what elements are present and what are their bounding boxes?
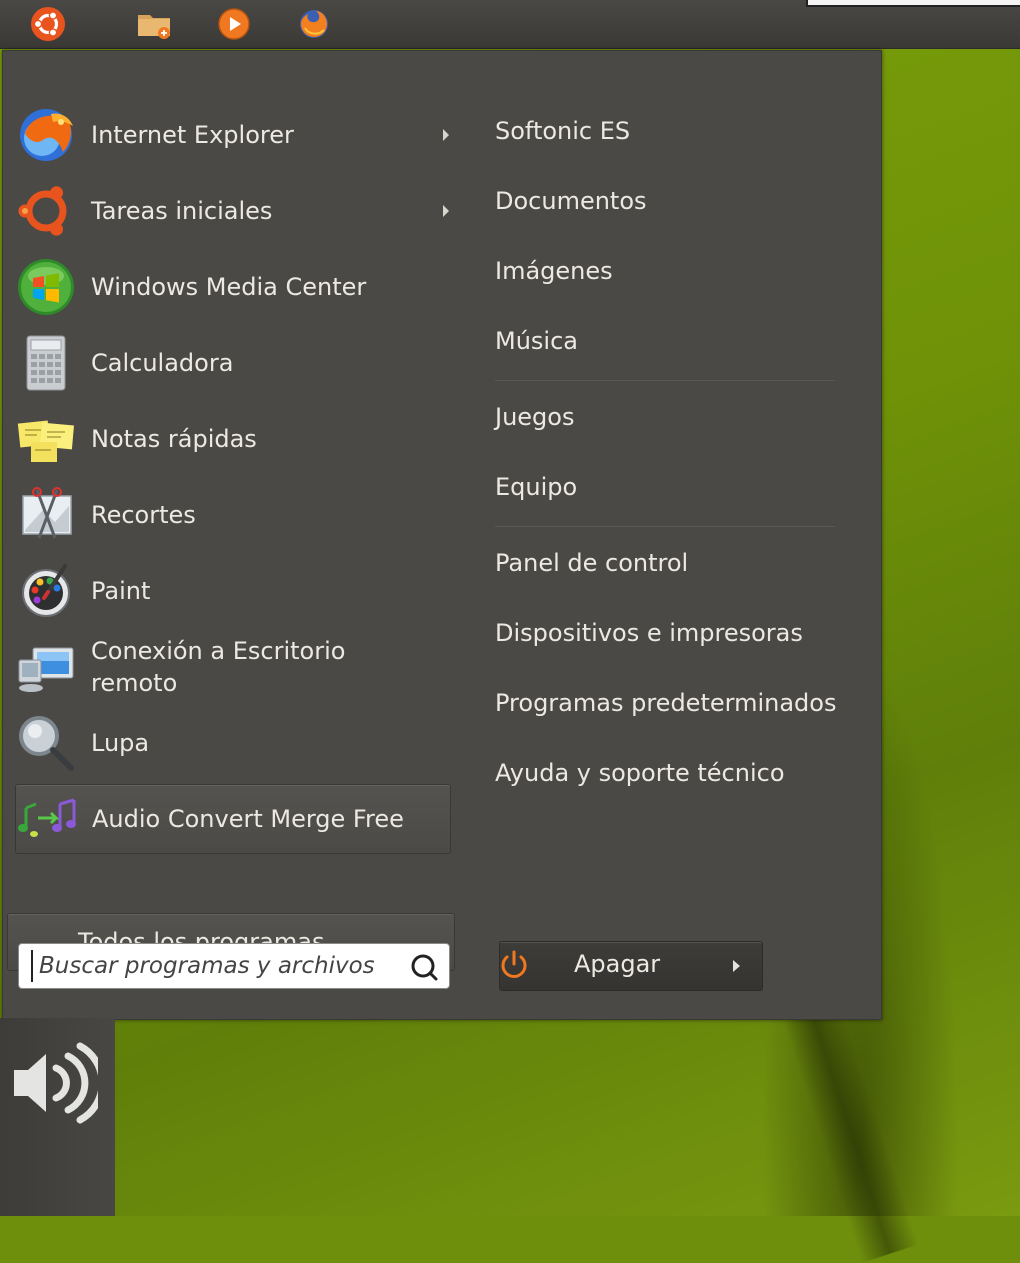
search-input[interactable] <box>31 950 409 982</box>
audio-music-notes-icon <box>16 788 78 850</box>
paint-palette-icon <box>15 560 77 622</box>
right-item-programas-predeterminados[interactable]: Programas predeterminados <box>495 687 836 719</box>
sticky-notes-icon <box>15 408 77 470</box>
ubuntu-logo-icon <box>15 180 77 242</box>
right-item-softonic-es[interactable]: Softonic ES <box>495 115 630 147</box>
menu-item-label: Recortes <box>91 501 196 529</box>
menu-item-label: Notas rápidas <box>91 425 257 453</box>
menu-item-label: Calculadora <box>91 349 234 377</box>
magnifier-icon <box>15 712 77 774</box>
menu-item-label: Paint <box>91 577 151 605</box>
menu-item-label: Tareas iniciales <box>91 197 273 225</box>
menu-item-label: Conexión a Escritorio remoto <box>91 637 346 697</box>
submenu-arrow-icon[interactable] <box>443 205 449 217</box>
menu-item-lupa[interactable]: Lupa <box>15 709 449 777</box>
panel-white-box <box>806 0 1020 7</box>
shutdown-options-arrow-icon[interactable] <box>733 960 740 972</box>
menu-separator <box>495 380 835 381</box>
right-item-ayuda-y-soporte-tecnico[interactable]: Ayuda y soporte técnico <box>495 757 785 789</box>
calculator-icon <box>15 332 77 394</box>
start-menu: Internet Explorer Tareas iniciales Windo… <box>2 50 882 1020</box>
remote-desktop-icon <box>15 636 77 698</box>
search-icon[interactable] <box>409 952 439 982</box>
firefox-icon[interactable] <box>296 6 332 42</box>
menu-item-calculadora[interactable]: Calculadora <box>15 329 449 397</box>
ubuntu-logo-icon[interactable] <box>30 6 66 42</box>
media-player-icon[interactable] <box>216 6 252 42</box>
snipping-tool-icon <box>15 484 77 546</box>
right-item-panel-de-control[interactable]: Panel de control <box>495 547 688 579</box>
volume-speaker-icon[interactable] <box>12 1040 106 1126</box>
menu-item-paint[interactable]: Paint <box>15 557 449 625</box>
windows-media-center-icon <box>15 256 77 318</box>
internet-explorer-icon <box>15 104 77 166</box>
menu-item-notas-rapidas[interactable]: Notas rápidas <box>15 405 449 473</box>
menu-item-internet-explorer[interactable]: Internet Explorer <box>15 101 449 169</box>
right-item-dispositivos-e-impresoras[interactable]: Dispositivos e impresoras <box>495 617 803 649</box>
shutdown-button[interactable]: Apagar <box>499 941 763 991</box>
menu-item-label: Lupa <box>91 729 150 757</box>
top-panel <box>0 0 1020 49</box>
power-icon <box>497 948 531 982</box>
menu-item-windows-media-center[interactable]: Windows Media Center <box>15 253 449 321</box>
right-item-juegos[interactable]: Juegos <box>495 401 574 433</box>
folder-icon[interactable] <box>136 6 172 42</box>
menu-item-recortes[interactable]: Recortes <box>15 481 449 549</box>
right-item-equipo[interactable]: Equipo <box>495 471 577 503</box>
menu-item-label: Windows Media Center <box>91 273 367 301</box>
search-box <box>18 943 450 989</box>
menu-item-conexion-escritorio-remoto[interactable]: Conexión a Escritorio remoto <box>15 633 449 701</box>
menu-item-audio-convert-merge-free[interactable]: Audio Convert Merge Free <box>15 784 451 854</box>
menu-item-label: Audio Convert Merge Free <box>92 805 404 833</box>
wallpaper-stalk <box>781 997 919 1263</box>
right-item-imagenes[interactable]: Imágenes <box>495 255 613 287</box>
menu-separator <box>495 526 835 527</box>
submenu-arrow-icon[interactable] <box>443 129 449 141</box>
right-item-documentos[interactable]: Documentos <box>495 185 647 217</box>
shutdown-label: Apagar <box>574 950 661 978</box>
right-item-musica[interactable]: Música <box>495 325 578 357</box>
menu-item-label: Internet Explorer <box>91 121 294 149</box>
menu-item-tareas-iniciales[interactable]: Tareas iniciales <box>15 177 449 245</box>
